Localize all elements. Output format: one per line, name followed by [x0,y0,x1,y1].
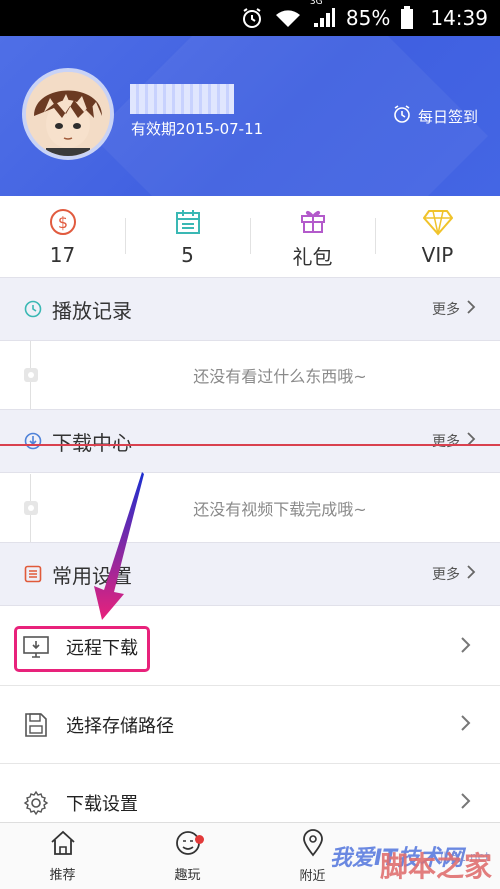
svg-text:$: $ [57,213,67,232]
section-title: 下载中心 [52,430,132,455]
empty-message: 还没有看过什么东西哦~ [193,367,367,386]
history-empty-row: 还没有看过什么东西哦~ [0,341,500,409]
chevron-right-icon [460,714,472,736]
row-label: 下载设置 [66,793,138,815]
profile-header: 有效期2015-07-11 每日签到 [0,36,500,196]
stats-bar: $ 17 5 礼包 VIP [0,196,500,278]
alarm-clock-icon [392,104,412,128]
history-more-link[interactable]: 更多 [432,299,476,319]
stat-coins[interactable]: $ 17 [0,196,125,278]
storage-path-row[interactable]: 选择存储路径 [0,686,500,764]
more-label: 更多 [432,434,460,450]
wifi-icon [274,7,302,29]
section-settings-header: 常用设置 更多 [0,542,500,606]
notification-badge [195,835,204,844]
storage-icon [22,711,50,739]
clock-icon [22,298,44,320]
signal-icon: 3G [310,0,336,29]
username-redacted [130,84,234,114]
calendar-icon [174,207,202,237]
watermark-logo: 脚本之家 [379,850,492,883]
diamond-icon [422,207,453,237]
row-label: 选择存储路径 [66,715,174,737]
stat-value: 17 [49,243,76,267]
downloads-more-link[interactable]: 更多 [432,431,476,451]
settings-list-icon [22,563,44,585]
chevron-right-icon [460,636,472,658]
battery-percent: 85% [345,6,391,30]
daily-checkin-button[interactable]: 每日签到 [392,104,478,128]
stat-value: VIP [421,243,454,267]
status-bar: 3G 85% 14:39 [0,0,500,36]
gift-icon [299,205,327,235]
section-history-header: 播放记录 更多 [0,277,500,341]
annotation-arrow [94,472,144,620]
home-icon [49,830,77,860]
alarm-icon [240,6,264,30]
section-title: 播放记录 [52,298,132,323]
chevron-right-icon [466,431,476,451]
nav-label: 附近 [299,868,326,884]
chevron-right-icon [466,299,476,319]
annotation-red-line [0,444,500,446]
empty-message: 还没有视频下载完成哦~ [193,500,367,519]
avatar[interactable] [22,68,114,160]
section-downloads-header: 下载中心 更多 [0,409,500,473]
annotation-highlight-box [14,626,150,672]
stat-calendar[interactable]: 5 [125,196,250,278]
coin-icon: $ [49,207,77,237]
nav-label: 推荐 [49,867,76,883]
stat-gift[interactable]: 礼包 [250,196,375,278]
expire-date: 有效期2015-07-11 [131,120,264,138]
battery-icon [400,6,414,30]
more-label: 更多 [432,302,460,318]
stat-value: 5 [181,243,194,267]
settings-more-link[interactable]: 更多 [432,564,476,584]
smile-icon [174,830,202,860]
gear-icon [22,789,50,817]
downloads-empty-row: 还没有视频下载完成哦~ [0,474,500,542]
download-icon [22,430,44,452]
chevron-right-icon [466,564,476,584]
checkin-label: 每日签到 [417,107,478,126]
stat-vip[interactable]: VIP [375,196,500,278]
nav-label: 趣玩 [174,867,201,883]
location-icon [301,828,325,861]
network-type: 3G [309,0,323,7]
chevron-right-icon [460,792,472,814]
clock: 14:39 [430,6,488,30]
stat-value: 礼包 [292,244,333,269]
more-label: 更多 [432,567,460,583]
nav-fun[interactable]: 趣玩 [125,823,250,889]
nav-recommend[interactable]: 推荐 [0,823,125,889]
